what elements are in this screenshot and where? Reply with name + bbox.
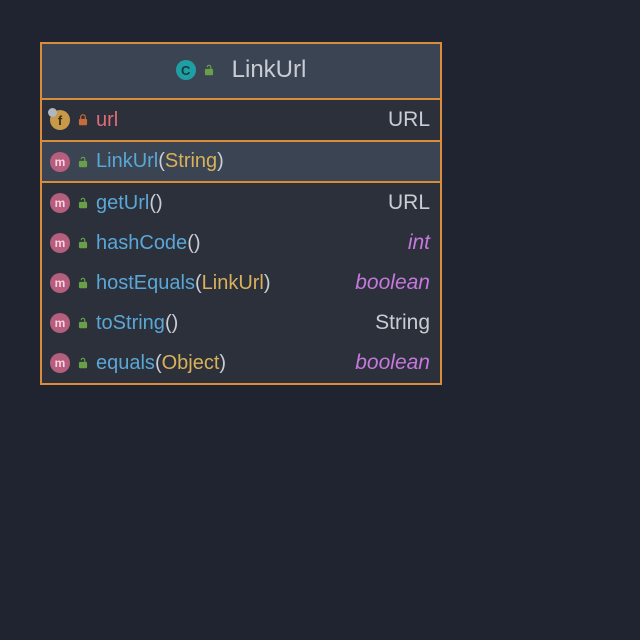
return-type: URL <box>388 191 430 215</box>
field-icon: f <box>50 110 70 130</box>
uml-class-header[interactable]: C LinkUrl <box>42 44 440 100</box>
class-icon: C <box>176 60 196 80</box>
member-params: Object <box>162 352 220 374</box>
lock-open-icon <box>76 236 90 250</box>
member-signature: getUrl() <box>96 192 374 215</box>
member-name: hashCode <box>96 232 187 254</box>
method-row[interactable]: m LinkUrl(String) <box>42 142 440 181</box>
return-type: String <box>375 311 430 335</box>
paren-close: ) <box>219 352 226 374</box>
method-icon: m <box>50 193 70 213</box>
method-icon: m <box>50 233 70 253</box>
paren-open: ( <box>195 272 202 294</box>
paren-close: ) <box>194 232 201 254</box>
lock-open-icon <box>76 316 90 330</box>
method-icon: m <box>50 273 70 293</box>
paren-open: ( <box>158 150 165 172</box>
lock-open-icon <box>76 155 90 169</box>
fields-section: f url URL <box>42 100 440 142</box>
lock-open-icon <box>76 276 90 290</box>
member-signature: LinkUrl(String) <box>96 150 430 173</box>
class-title: LinkUrl <box>232 56 307 84</box>
method-row[interactable]: m hashCode() int <box>42 223 440 263</box>
paren-close: ) <box>264 272 271 294</box>
method-icon: m <box>50 313 70 333</box>
paren-open: ( <box>187 232 194 254</box>
member-signature: url <box>96 109 374 132</box>
constructors-section: m LinkUrl(String) <box>42 142 440 183</box>
member-signature: equals(Object) <box>96 352 341 375</box>
lock-closed-icon <box>76 113 90 127</box>
member-name: hostEquals <box>96 272 195 294</box>
member-name: url <box>96 109 118 131</box>
lock-open-icon <box>76 196 90 210</box>
member-signature: hashCode() <box>96 232 394 255</box>
return-type: int <box>408 231 430 255</box>
paren-open: ( <box>155 352 162 374</box>
paren-close: ) <box>172 312 179 334</box>
method-row[interactable]: m hostEquals(LinkUrl) boolean <box>42 263 440 303</box>
member-params: String <box>165 150 217 172</box>
member-signature: hostEquals(LinkUrl) <box>96 272 341 295</box>
method-row[interactable]: m getUrl() URL <box>42 183 440 223</box>
field-row[interactable]: f url URL <box>42 100 440 140</box>
member-signature: toString() <box>96 312 361 335</box>
member-params: LinkUrl <box>202 272 264 294</box>
method-icon: m <box>50 152 70 172</box>
methods-section: m getUrl()URLm hashCode()intm hostEquals… <box>42 183 440 383</box>
method-row[interactable]: m equals(Object) boolean <box>42 343 440 383</box>
member-name: LinkUrl <box>96 150 158 172</box>
member-name: toString <box>96 312 165 334</box>
method-icon: m <box>50 353 70 373</box>
return-type: boolean <box>355 351 430 375</box>
uml-class-card: C LinkUrl f urlURL m LinkUrl(String) m g… <box>40 42 442 385</box>
paren-close: ) <box>217 150 224 172</box>
lock-open-icon <box>76 356 90 370</box>
method-row[interactable]: m toString() String <box>42 303 440 343</box>
return-type: boolean <box>355 271 430 295</box>
paren-close: ) <box>156 192 163 214</box>
member-name: getUrl <box>96 192 149 214</box>
lock-open-icon <box>202 63 216 77</box>
return-type: URL <box>388 108 430 132</box>
member-name: equals <box>96 352 155 374</box>
paren-open: ( <box>165 312 172 334</box>
